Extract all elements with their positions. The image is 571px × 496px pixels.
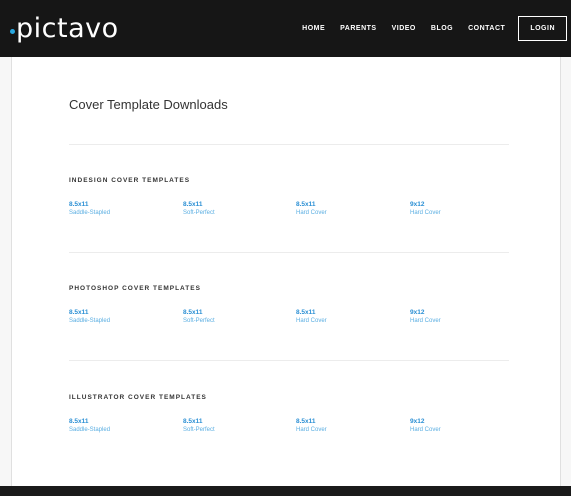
template-link-illustrator-soft-perfect[interactable]: 8.5x11 Soft-Perfect bbox=[183, 417, 215, 435]
template-link-photoshop-hard-cover-85x11[interactable]: 8.5x11 Hard Cover bbox=[296, 308, 327, 326]
footer-bar bbox=[0, 486, 571, 496]
template-type: Hard Cover bbox=[296, 427, 327, 433]
template-link-photoshop-saddle-stapled[interactable]: 8.5x11 Saddle-Stapled bbox=[69, 308, 110, 326]
template-type: Saddle-Stapled bbox=[69, 210, 111, 216]
content-page: Cover Template Downloads INDESIGN COVER … bbox=[11, 57, 561, 486]
template-link-illustrator-hard-cover-9x12[interactable]: 9x12 Hard Cover bbox=[410, 417, 441, 435]
template-size: 8.5x11 bbox=[183, 201, 203, 208]
template-grid-illustrator: 8.5x11 Saddle-Stapled 8.5x11 Soft-Perfec… bbox=[69, 417, 509, 443]
section-divider bbox=[69, 360, 509, 361]
template-link-indesign-saddle-stapled[interactable]: 8.5x11 Saddle-Stapled bbox=[69, 200, 110, 218]
template-size: 8.5x11 bbox=[296, 201, 316, 208]
template-size: 8.5x11 bbox=[69, 309, 89, 316]
template-type: Soft-Perfect bbox=[183, 318, 215, 324]
section-title-indesign: INDESIGN COVER TEMPLATES bbox=[69, 177, 191, 184]
template-type: Hard Cover bbox=[410, 427, 441, 433]
nav-item-blog[interactable]: BLOG bbox=[431, 25, 453, 32]
template-type: Saddle-Stapled bbox=[69, 318, 111, 324]
template-size: 8.5x11 bbox=[296, 309, 316, 316]
template-link-photoshop-soft-perfect[interactable]: 8.5x11 Soft-Perfect bbox=[183, 308, 215, 326]
template-type: Hard Cover bbox=[410, 210, 441, 216]
section-title-illustrator: ILLUSTRATOR COVER TEMPLATES bbox=[69, 394, 207, 401]
nav-item-parents[interactable]: PARENTS bbox=[340, 25, 376, 32]
top-navigation-bar: pictavo HOME PARENTS VIDEO BLOG CONTACT … bbox=[0, 0, 571, 57]
template-link-indesign-soft-perfect[interactable]: 8.5x11 Soft-Perfect bbox=[183, 200, 215, 218]
template-size: 8.5x11 bbox=[183, 418, 203, 425]
template-size: 8.5x11 bbox=[69, 418, 89, 425]
main-nav: HOME PARENTS VIDEO BLOG CONTACT LOGIN bbox=[287, 0, 571, 57]
nav-item-contact[interactable]: CONTACT bbox=[468, 25, 505, 32]
template-type: Hard Cover bbox=[296, 318, 327, 324]
section-divider bbox=[69, 144, 509, 145]
template-type: Hard Cover bbox=[410, 318, 441, 324]
page-title: Cover Template Downloads bbox=[69, 97, 228, 112]
template-grid-indesign: 8.5x11 Saddle-Stapled 8.5x11 Soft-Perfec… bbox=[69, 200, 509, 226]
template-type: Saddle-Stapled bbox=[69, 427, 111, 433]
template-size: 8.5x11 bbox=[296, 418, 316, 425]
template-link-indesign-hard-cover-85x11[interactable]: 8.5x11 Hard Cover bbox=[296, 200, 327, 218]
template-type: Soft-Perfect bbox=[183, 427, 215, 433]
template-type: Hard Cover bbox=[296, 210, 327, 216]
logo-dot-icon bbox=[10, 28, 15, 34]
template-size: 9x12 bbox=[410, 201, 425, 208]
section-title-photoshop: PHOTOSHOP COVER TEMPLATES bbox=[69, 285, 201, 292]
template-link-illustrator-saddle-stapled[interactable]: 8.5x11 Saddle-Stapled bbox=[69, 417, 110, 435]
template-link-illustrator-hard-cover-85x11[interactable]: 8.5x11 Hard Cover bbox=[296, 417, 327, 435]
nav-item-video[interactable]: VIDEO bbox=[392, 25, 416, 32]
logo-text: pictavo bbox=[16, 13, 119, 44]
template-size: 8.5x11 bbox=[69, 201, 89, 208]
template-link-indesign-hard-cover-9x12[interactable]: 9x12 Hard Cover bbox=[410, 200, 441, 218]
template-size: 9x12 bbox=[410, 309, 425, 316]
template-size: 8.5x11 bbox=[183, 309, 203, 316]
template-type: Soft-Perfect bbox=[183, 210, 215, 216]
template-grid-photoshop: 8.5x11 Saddle-Stapled 8.5x11 Soft-Perfec… bbox=[69, 308, 509, 334]
template-link-photoshop-hard-cover-9x12[interactable]: 9x12 Hard Cover bbox=[410, 308, 441, 326]
section-divider bbox=[69, 252, 509, 253]
template-size: 9x12 bbox=[410, 418, 425, 425]
login-button[interactable]: LOGIN bbox=[518, 16, 567, 41]
pictavo-logo[interactable]: pictavo bbox=[10, 14, 119, 44]
nav-item-home[interactable]: HOME bbox=[302, 25, 325, 32]
